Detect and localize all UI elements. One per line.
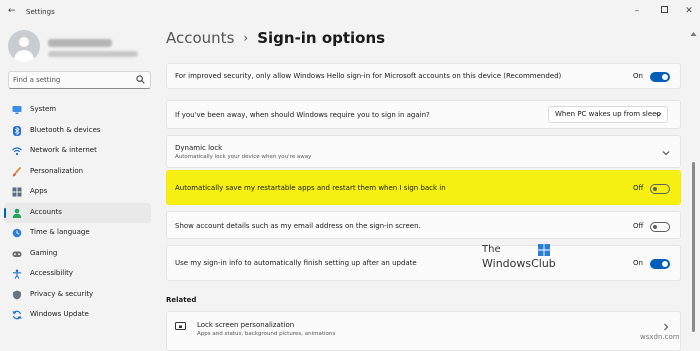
sync-icon [12, 310, 22, 320]
breadcrumb-separator: › [243, 31, 249, 45]
accessibility-icon [13, 269, 21, 279]
sidebar-item-label: Privacy & security [30, 289, 94, 298]
sidebar-item-accessibility[interactable]: Accessibility [4, 264, 151, 285]
title-bar: ← Settings – ✕ [0, 0, 700, 26]
person-icon [12, 208, 22, 218]
bluetooth-icon [13, 125, 21, 136]
setting-require-signin-row: If you've been away, when should Windows… [166, 100, 681, 129]
scroll-up-arrow-icon[interactable] [690, 31, 697, 37]
toggle-state-label: On [633, 72, 643, 80]
sidebar-item-label: Bluetooth & devices [30, 125, 101, 134]
setting-label: Use my sign-in info to automatically fin… [175, 259, 417, 267]
windows-logo-icon [538, 244, 550, 256]
hello-only-toggle[interactable] [650, 72, 670, 82]
globe-clock-icon [12, 228, 22, 238]
user-profile[interactable] [8, 30, 158, 62]
watermark: The WindowsClub [482, 244, 562, 274]
setting-signin-info-row: Use my sign-in info to automatically fin… [166, 245, 681, 281]
sidebar-item-personalization[interactable]: Personalization [4, 162, 151, 183]
user-name-redacted [48, 39, 112, 47]
chevron-right-icon [664, 323, 669, 331]
sidebar-item-network-internet[interactable]: Network & internet [4, 141, 151, 162]
scrollbar-thumb[interactable] [692, 162, 695, 332]
minimize-icon[interactable]: – [630, 6, 644, 16]
watermark-line2: WindowsClub [482, 257, 556, 270]
maximize-icon[interactable] [657, 6, 671, 16]
sidebar-item-label: Accessibility [30, 269, 74, 277]
setting-hello-only-row: For improved security, only allow Window… [166, 63, 681, 89]
sidebar-item-label: Apps [30, 187, 48, 195]
restart-apps-toggle[interactable] [650, 184, 670, 194]
user-email-redacted [48, 51, 138, 57]
sidebar-item-windows-update[interactable]: Windows Update [4, 305, 151, 326]
watermark-line1: The [482, 244, 501, 255]
avatar [8, 30, 40, 62]
sidebar-item-apps[interactable]: Apps [4, 182, 151, 203]
lock-screen-icon [175, 322, 186, 330]
app-title: Settings [26, 8, 55, 16]
search-input[interactable] [13, 73, 131, 87]
chevron-down-icon [655, 112, 662, 117]
toggle-state-label: On [633, 259, 643, 267]
sidebar-item-time-language[interactable]: Time & language [4, 223, 151, 244]
require-signin-dropdown[interactable]: When PC wakes up from sleep [548, 106, 668, 123]
wifi-icon [12, 147, 22, 156]
page-title: Sign-in options [257, 29, 386, 47]
link-title: Lock screen personalization [197, 321, 295, 329]
sidebar-nav: System Bluetooth & devices Network & int… [4, 100, 151, 326]
lock-screen-personalization-link[interactable]: Lock screen personalization Apps and sta… [166, 311, 681, 351]
sidebar-item-label: Accounts [30, 207, 62, 216]
sidebar-item-label: Windows Update [30, 310, 89, 318]
setting-title: Dynamic lock [175, 144, 223, 152]
account-details-toggle[interactable] [650, 222, 670, 232]
chevron-down-icon[interactable] [662, 149, 670, 157]
setting-dynamic-lock-row[interactable]: Dynamic lock Automatically lock your dev… [166, 135, 681, 168]
sidebar-item-system[interactable]: System [4, 100, 151, 121]
sidebar-item-label: System [30, 105, 57, 113]
search-icon [136, 75, 145, 84]
signin-info-toggle[interactable] [650, 259, 670, 269]
back-arrow-icon[interactable]: ← [8, 6, 16, 16]
brush-icon [13, 166, 22, 176]
apps-grid-icon [12, 187, 22, 197]
setting-label: Show account details such as my email ad… [175, 222, 421, 230]
setting-restart-apps-row: Automatically save my restartable apps a… [166, 170, 681, 205]
dropdown-value: When PC wakes up from sleep [555, 110, 661, 118]
link-subtitle: Apps and status, background pictures, an… [197, 331, 336, 337]
setting-label: For improved security, only allow Window… [175, 72, 562, 80]
sidebar-item-label: Personalization [30, 166, 84, 175]
monitor-icon [12, 106, 22, 114]
setting-account-details-row: Show account details such as my email ad… [166, 211, 681, 239]
setting-subtitle: Automatically lock your device when you'… [175, 154, 312, 160]
sidebar-item-privacy-security[interactable]: Privacy & security [4, 285, 151, 306]
sidebar-item-label: Network & internet [30, 146, 97, 154]
search-box[interactable] [8, 71, 151, 89]
toggle-state-label: Off [633, 222, 644, 230]
sidebar-item-gaming[interactable]: Gaming [4, 244, 151, 265]
sidebar-item-accounts[interactable]: Accounts [4, 202, 151, 223]
site-watermark: wsxdn.com [640, 333, 680, 341]
close-icon[interactable]: ✕ [682, 6, 696, 16]
related-heading: Related [166, 296, 197, 304]
sidebar-item-bluetooth-devices[interactable]: Bluetooth & devices [4, 121, 151, 142]
setting-label: If you've been away, when should Windows… [175, 111, 430, 119]
setting-label: Automatically save my restartable apps a… [175, 184, 446, 192]
toggle-state-label: Off [633, 184, 644, 192]
breadcrumb: Accounts › Sign-in options [166, 29, 385, 47]
sidebar-item-label: Gaming [30, 248, 58, 257]
breadcrumb-parent[interactable]: Accounts [166, 29, 234, 47]
sidebar-item-label: Time & language [30, 228, 90, 236]
gamepad-icon [12, 251, 22, 257]
shield-icon [13, 290, 21, 299]
